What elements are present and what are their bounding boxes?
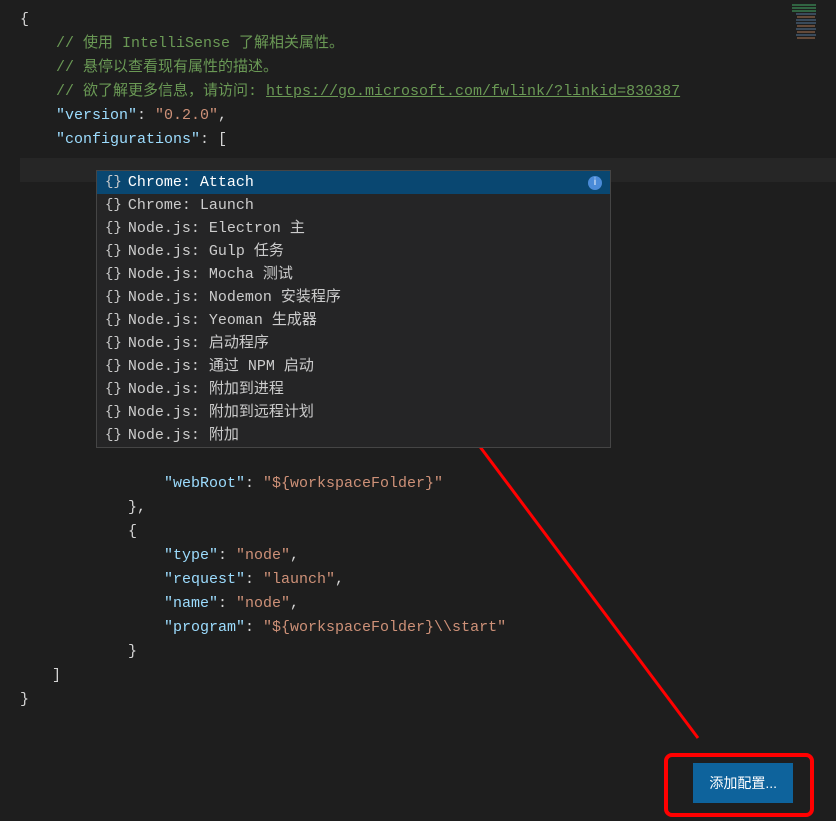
comment-line: // 使用 IntelliSense 了解相关属性。 xyxy=(56,35,344,52)
snippet-icon: {} xyxy=(105,309,122,331)
intellisense-popup: {} Chrome: Attach i {} Chrome: Launch {} Node.… xyxy=(96,170,611,448)
json-key: "webRoot" xyxy=(164,475,245,492)
minimap[interactable] xyxy=(792,4,832,74)
json-string: "${workspaceFolder}" xyxy=(263,475,443,492)
json-key: "version" xyxy=(56,107,137,124)
suggest-label: Node.js: Mocha 测试 xyxy=(128,263,293,287)
comment-link[interactable]: https://go.microsoft.com/fwlink/?linkid=… xyxy=(266,83,680,100)
suggest-item[interactable]: {} Node.js: 启动程序 xyxy=(97,332,610,355)
brace-close: } xyxy=(20,691,29,708)
bracket-close: ] xyxy=(52,667,61,684)
suggest-label: Node.js: 启动程序 xyxy=(128,332,269,356)
snippet-icon: {} xyxy=(105,355,122,377)
comment-line: // 欲了解更多信息，请访问: xyxy=(56,83,266,100)
snippet-icon: {} xyxy=(105,401,122,423)
json-string: "node" xyxy=(236,547,290,564)
suggest-label: Node.js: 附加到进程 xyxy=(128,378,284,402)
json-string: "node" xyxy=(236,595,290,612)
json-string: "0.2.0" xyxy=(155,107,218,124)
suggest-label: Chrome: Attach xyxy=(128,171,254,195)
snippet-icon: {} xyxy=(105,171,122,193)
suggest-label: Node.js: Gulp 任务 xyxy=(128,240,284,264)
suggest-item[interactable]: {} Node.js: Gulp 任务 xyxy=(97,240,610,263)
bracket-open: [ xyxy=(218,131,227,148)
suggest-item[interactable]: {} Chrome: Attach i xyxy=(97,171,610,194)
json-key: "program" xyxy=(164,619,245,636)
brace-close: } xyxy=(128,643,137,660)
suggest-item[interactable]: {} Node.js: Nodemon 安装程序 xyxy=(97,286,610,309)
suggest-item[interactable]: {} Node.js: Mocha 测试 xyxy=(97,263,610,286)
snippet-icon: {} xyxy=(105,194,122,216)
json-key: "configurations" xyxy=(56,131,200,148)
suggest-item[interactable]: {} Chrome: Launch xyxy=(97,194,610,217)
snippet-icon: {} xyxy=(105,378,122,400)
brace-close: }, xyxy=(128,499,146,516)
json-key: "request" xyxy=(164,571,245,588)
suggest-label: Node.js: Yeoman 生成器 xyxy=(128,309,317,333)
snippet-icon: {} xyxy=(105,424,122,446)
json-string: "${workspaceFolder}\\start" xyxy=(263,619,506,636)
snippet-icon: {} xyxy=(105,332,122,354)
info-icon[interactable]: i xyxy=(588,176,602,190)
suggest-label: Node.js: 通过 NPM 启动 xyxy=(128,355,314,379)
suggest-item[interactable]: {} Node.js: 附加 xyxy=(97,424,610,447)
suggest-list: {} Chrome: Attach i {} Chrome: Launch {} Node.… xyxy=(97,171,610,447)
suggest-label: Node.js: Electron 主 xyxy=(128,217,305,241)
suggest-label: Node.js: Nodemon 安装程序 xyxy=(128,286,341,310)
code-editor[interactable]: { // 使用 IntelliSense 了解相关属性。 // 悬停以查看现有属… xyxy=(0,0,836,712)
json-key: "name" xyxy=(164,595,218,612)
comment-line: // 悬停以查看现有属性的描述。 xyxy=(56,59,278,76)
suggest-item[interactable]: {} Node.js: Electron 主 xyxy=(97,217,610,240)
brace-open: { xyxy=(128,523,137,540)
snippet-icon: {} xyxy=(105,240,122,262)
suggest-item[interactable]: {} Node.js: 通过 NPM 启动 xyxy=(97,355,610,378)
suggest-label: Node.js: 附加到远程计划 xyxy=(128,401,314,425)
suggest-label: Chrome: Launch xyxy=(128,194,254,218)
snippet-icon: {} xyxy=(105,263,122,285)
snippet-icon: {} xyxy=(105,286,122,308)
json-string: "launch" xyxy=(263,571,335,588)
brace-open: { xyxy=(20,11,29,28)
suggest-item[interactable]: {} Node.js: 附加到进程 xyxy=(97,378,610,401)
suggest-label: Node.js: 附加 xyxy=(128,424,239,448)
json-key: "type" xyxy=(164,547,218,564)
suggest-item[interactable]: {} Node.js: Yeoman 生成器 xyxy=(97,309,610,332)
snippet-icon: {} xyxy=(105,217,122,239)
suggest-item[interactable]: {} Node.js: 附加到远程计划 xyxy=(97,401,610,424)
add-configuration-button[interactable]: 添加配置... xyxy=(693,763,793,803)
